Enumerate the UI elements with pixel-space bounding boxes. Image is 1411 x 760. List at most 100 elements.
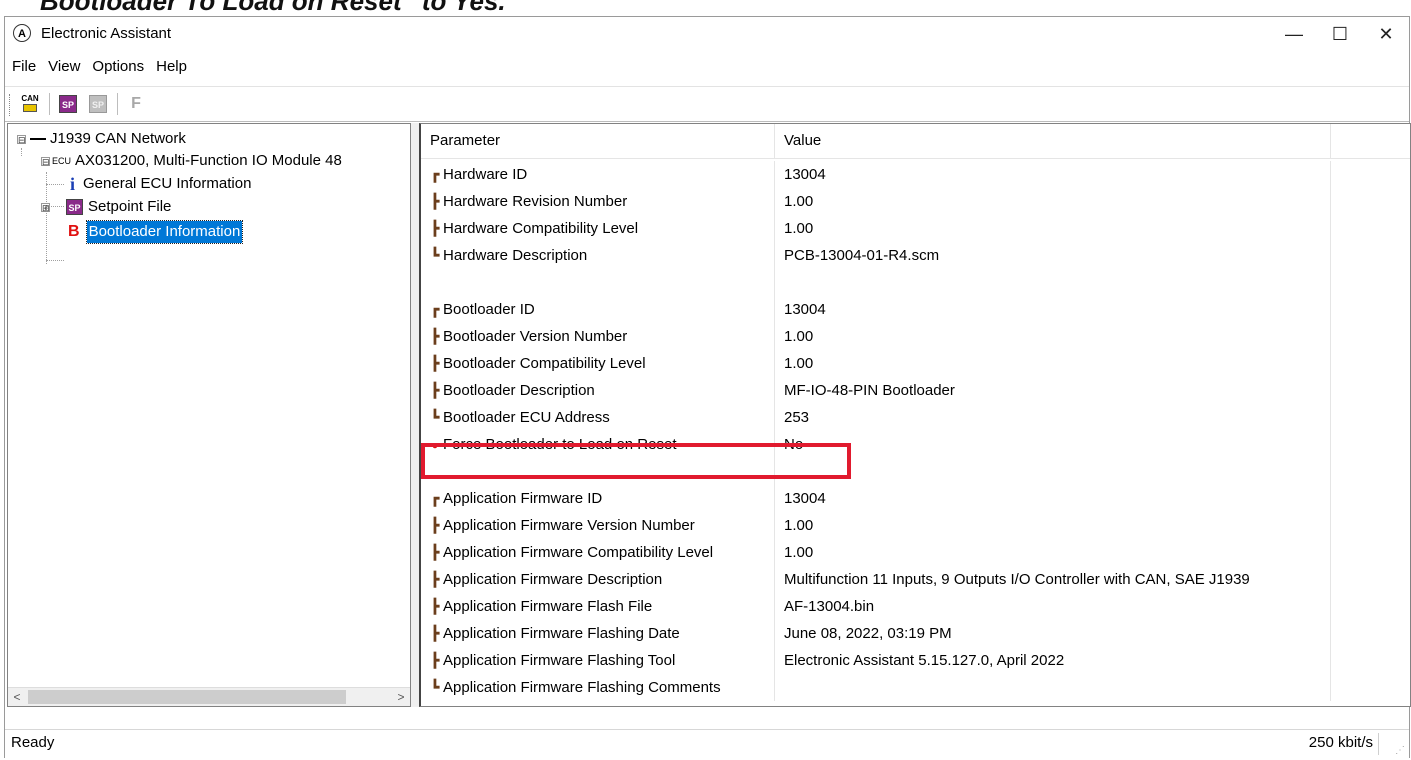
tree-connector-icon: ┣ — [430, 220, 440, 236]
collapse-icon[interactable]: ⊟ — [41, 156, 50, 166]
setpoint-open-button[interactable]: SP — [55, 91, 81, 117]
parameter-cell: ┣ Application Firmware Flash File — [421, 593, 775, 620]
window-title: Electronic Assistant — [41, 25, 172, 42]
value-cell: AF-13004.bin — [775, 593, 1331, 620]
parameter-name: Hardware Description — [443, 247, 588, 264]
empty-cell — [1331, 269, 1410, 296]
scroll-thumb[interactable] — [28, 690, 346, 704]
parameter-cell: ┗ Application Firmware Flashing Comments — [421, 674, 775, 701]
document-heading: Bootloader To Load on Reset” to Yes. — [40, 0, 506, 16]
toolbar-grip[interactable] — [9, 94, 13, 116]
empty-cell — [1331, 404, 1410, 431]
parameter-name: Hardware ID — [443, 166, 528, 183]
tree-horizontal-scrollbar[interactable]: < > — [8, 687, 410, 706]
maximize-button[interactable]: ☐ — [1317, 17, 1363, 51]
table-row[interactable]: ┏ Application Firmware ID 13004 — [421, 485, 1410, 512]
app-logo-icon: A — [13, 24, 31, 42]
info-icon: i — [70, 174, 76, 194]
parameter-cell: ● Force Bootloader to Load on Reset — [421, 431, 775, 458]
parameter-name: Application Firmware Compatibility Level — [443, 544, 714, 561]
table-row[interactable]: ┣ Bootloader Version Number 1.00 — [421, 323, 1410, 350]
setpoint-save-button: SP — [85, 91, 111, 117]
tree-node-label: J1939 CAN Network — [50, 130, 186, 147]
value-cell: 13004 — [775, 485, 1331, 512]
minimize-button[interactable]: — — [1271, 17, 1317, 51]
setpoint-file-icon: SP — [66, 199, 83, 215]
parameter-cell: ┣ Bootloader Description — [421, 377, 775, 404]
table-row[interactable]: ┏ Hardware ID 13004 — [421, 161, 1410, 188]
tree-item-label: General ECU Information — [83, 175, 252, 192]
scroll-right-icon[interactable]: > — [392, 688, 410, 706]
empty-cell — [1331, 377, 1410, 404]
table-row[interactable]: ┣ Hardware Compatibility Level 1.00 — [421, 215, 1410, 242]
table-row[interactable]: ┣ Application Firmware Flashing Tool Elect… — [421, 647, 1410, 674]
table-row[interactable]: ┣ Application Firmware Description Multifu… — [421, 566, 1410, 593]
column-header-parameter[interactable]: Parameter — [421, 124, 775, 158]
scroll-left-icon[interactable]: < — [8, 688, 26, 706]
value-cell — [775, 674, 1331, 701]
tree-connector-icon: ┏ — [430, 490, 440, 506]
tree-node-network[interactable]: ⊟ J1939 CAN Network — [17, 128, 186, 150]
value-cell: 1.00 — [775, 188, 1331, 215]
title-bar: A Electronic Assistant — ☐ ✕ — [5, 17, 1409, 51]
resize-grip-icon[interactable]: ⋰ — [1393, 745, 1405, 757]
parameter-name: Application Firmware Flashing Comments — [443, 679, 721, 696]
value-cell: 13004 — [775, 161, 1331, 188]
tree-connector-icon: ┣ — [430, 355, 440, 371]
editable-marker-icon: ● — [431, 440, 439, 452]
tree-item-label-selected: Bootloader Information — [85, 220, 244, 244]
tree-node-label: AX031200, Multi-Function IO Module 48 — [75, 152, 342, 169]
tree-item-bootloader-info[interactable]: B Bootloader Information — [66, 220, 244, 244]
tree-item-general-ecu-info[interactable]: i General ECU Information — [66, 173, 251, 195]
empty-cell — [1331, 296, 1410, 323]
pane-splitter[interactable] — [411, 123, 419, 707]
tree-node-ecu[interactable]: ⊟ ECU AX031200, Multi-Function IO Module… — [41, 150, 342, 172]
tree-item-setpoint-file[interactable]: ⊞ SP Setpoint File — [41, 196, 171, 218]
table-row[interactable]: ┣ Application Firmware Flash File AF-13004… — [421, 593, 1410, 620]
table-row[interactable]: ┗ Hardware Description PCB-13004-01-R4.scm — [421, 242, 1410, 269]
empty-cell — [1331, 485, 1410, 512]
table-row[interactable]: ┣ Bootloader Compatibility Level 1.00 — [421, 350, 1410, 377]
table-row[interactable]: ● Force Bootloader to Load on Reset No — [421, 431, 1410, 458]
empty-cell — [1331, 647, 1410, 674]
table-row[interactable]: ┗ Application Firmware Flashing Comments — [421, 674, 1410, 701]
empty-cell — [1331, 620, 1410, 647]
tree-connector-icon: ┣ — [430, 625, 440, 641]
table-row[interactable]: ┣ Application Firmware Version Number 1.00 — [421, 512, 1410, 539]
network-tree[interactable]: ⊟ J1939 CAN Network ⊟ ECU AX031200, Mult… — [7, 123, 411, 707]
value-cell: 1.00 — [775, 539, 1331, 566]
menu-file[interactable]: File — [5, 55, 42, 79]
value-cell: Electronic Assistant 5.15.127.0, April 2… — [775, 647, 1331, 674]
parameter-cell: ┣ Application Firmware Compatibility Leve… — [421, 539, 775, 566]
empty-cell — [1331, 431, 1410, 458]
table-row[interactable]: ┣ Bootloader Description MF-IO-48-PIN Boot… — [421, 377, 1410, 404]
parameter-name: Bootloader Compatibility Level — [443, 355, 646, 372]
menu-view[interactable]: View — [42, 55, 86, 79]
value-cell: 13004 — [775, 296, 1331, 323]
tree-connector-icon: ┣ — [430, 328, 440, 344]
table-row[interactable]: ┣ Application Firmware Flashing Date June … — [421, 620, 1410, 647]
parameter-cell — [421, 458, 775, 485]
collapse-icon[interactable]: ⊟ — [17, 134, 26, 144]
parameter-table: Parameter Value ┏ Hardware ID 13004 ┣ Hardwa… — [419, 123, 1411, 707]
tree-connector-icon: ┣ — [430, 544, 440, 560]
menu-options[interactable]: Options — [86, 55, 150, 79]
table-row[interactable] — [421, 269, 1410, 296]
menu-help[interactable]: Help — [150, 55, 193, 79]
expand-icon[interactable]: ⊞ — [41, 202, 50, 212]
parameter-cell: ┣ Hardware Compatibility Level — [421, 215, 775, 242]
parameter-cell: ┏ Hardware ID — [421, 161, 775, 188]
table-row[interactable]: ┣ Application Firmware Compatibility Leve… — [421, 539, 1410, 566]
close-button[interactable]: ✕ — [1363, 17, 1409, 51]
tree-connector-icon: ┏ — [430, 301, 440, 317]
table-row[interactable] — [421, 458, 1410, 485]
value-cell: PCB-13004-01-R4.scm — [775, 242, 1331, 269]
tree-connector-icon: ┣ — [430, 598, 440, 614]
status-separator — [1378, 733, 1379, 755]
table-row[interactable]: ┣ Hardware Revision Number 1.00 — [421, 188, 1410, 215]
can-connect-button[interactable]: CAN — [17, 91, 43, 117]
table-row[interactable]: ┏ Bootloader ID 13004 — [421, 296, 1410, 323]
value-cell[interactable]: No — [775, 431, 1331, 458]
table-row[interactable]: ┗ Bootloader ECU Address 253 — [421, 404, 1410, 431]
column-header-value[interactable]: Value — [775, 124, 1331, 158]
